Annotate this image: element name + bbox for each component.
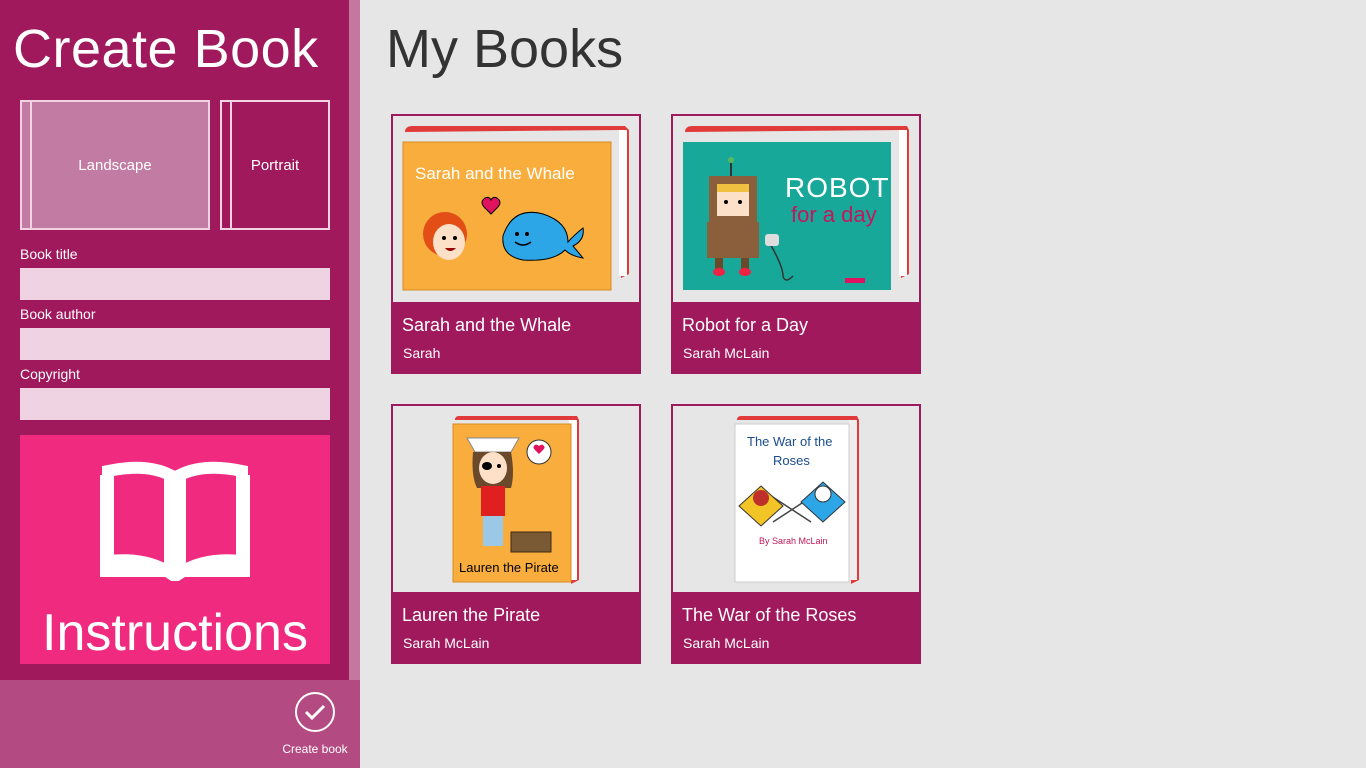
book-tile-lauren-pirate[interactable]: Lauren the Pirate Lauren the Pirate Sara… (391, 404, 641, 664)
open-book-icon (100, 461, 250, 581)
book-author: Sarah (403, 345, 441, 361)
create-book-button[interactable]: Create book (280, 692, 350, 762)
cover-title: The War of the (747, 434, 833, 449)
instructions-label: Instructions (42, 604, 308, 662)
create-book-label: Create book (282, 742, 348, 756)
book-cover: Lauren the Pirate (393, 406, 639, 592)
instructions-tile[interactable]: Instructions (20, 435, 330, 664)
book-title-label: Book title (20, 246, 78, 262)
book-author: Sarah McLain (403, 635, 490, 651)
checkmark-icon (295, 692, 335, 732)
book-author-label: Book author (20, 306, 96, 322)
book-tile-sarah-whale[interactable]: Sarah and the Whale Sarah and the Whale … (391, 114, 641, 374)
portrait-divider (230, 102, 232, 228)
landscape-divider (30, 102, 32, 228)
book-cover: ROBOT for a day (673, 116, 919, 302)
landscape-option[interactable]: Landscape (20, 100, 210, 230)
cover-subtitle: for a day (791, 202, 877, 227)
book-cover: Sarah and the Whale (393, 116, 639, 302)
copyright-input[interactable] (20, 388, 330, 420)
cover-title-line2: Roses (773, 453, 810, 468)
book-tile-war-roses[interactable]: The War of the Roses By Sarah McLain The… (671, 404, 921, 664)
my-books-title: My Books (386, 19, 624, 79)
book-title: The War of the Roses (682, 605, 857, 625)
book-title-input[interactable] (20, 268, 330, 300)
cover-title: ROBOT (785, 172, 890, 203)
cover-title: Sarah and the Whale (415, 164, 575, 183)
landscape-label: Landscape (78, 156, 152, 174)
cover-byline: By Sarah McLain (759, 536, 828, 546)
book-tile-robot[interactable]: ROBOT for a day Robot for a Day Sarah Mc… (671, 114, 921, 374)
create-book-title: Create Book (13, 19, 319, 79)
copyright-label: Copyright (20, 366, 80, 382)
book-author: Sarah McLain (683, 635, 770, 651)
portrait-label: Portrait (250, 156, 300, 174)
cover-illustration (402, 126, 629, 291)
book-title: Lauren the Pirate (402, 605, 541, 625)
cover-title: Lauren the Pirate (459, 560, 559, 575)
book-author: Sarah McLain (683, 345, 770, 361)
book-title: Robot for a Day (682, 315, 809, 335)
book-cover: The War of the Roses By Sarah McLain (673, 406, 919, 592)
pane-scroll-edge (349, 0, 360, 768)
portrait-option[interactable]: Portrait (220, 100, 330, 230)
book-author-input[interactable] (20, 328, 330, 360)
book-title: Sarah and the Whale (402, 315, 572, 335)
